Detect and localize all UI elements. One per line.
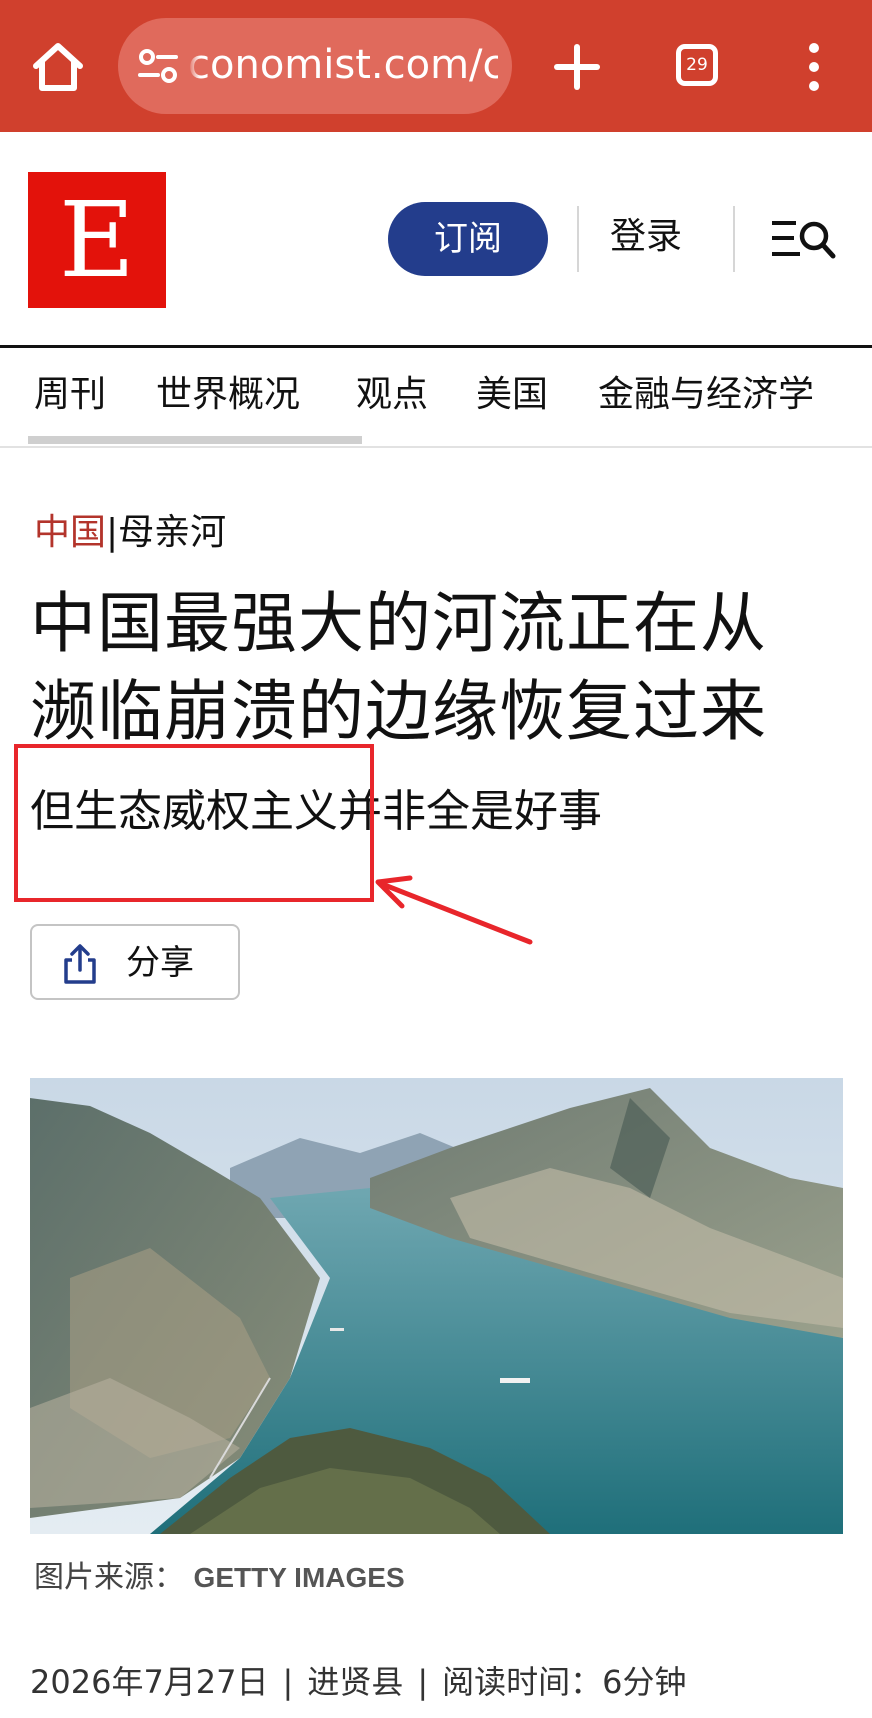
nav-rule — [0, 446, 872, 448]
article-headline: 中国最强大的河流正在从 濒临崩溃的边缘恢复过来 — [30, 580, 860, 756]
economist-logo[interactable]: E — [28, 172, 166, 308]
new-tab-icon[interactable] — [552, 42, 602, 92]
share-button[interactable]: 分享 — [30, 924, 240, 1000]
header-divider — [577, 206, 579, 272]
headline-line-1: 中国最强大的河流正在从 — [30, 585, 767, 662]
section-nav: 周刊 世界概况 观点 美国 金融与经济学 — [0, 348, 872, 444]
share-label: 分享 — [126, 943, 194, 983]
nav-item-us[interactable]: 美国 — [476, 370, 548, 420]
home-icon[interactable] — [28, 38, 88, 98]
login-link[interactable]: 登录 — [610, 212, 682, 262]
caption-label: 图片来源： — [34, 1560, 184, 1595]
url-text[interactable]: conomist.com/c — [188, 42, 498, 88]
read-time: 阅读时间：6分钟 — [442, 1663, 687, 1701]
nav-scroll-indicator — [28, 436, 362, 444]
kicker-section[interactable]: 中国 — [34, 512, 106, 553]
meta-separator: | — [417, 1663, 429, 1701]
article-meta: 2026年7月27日 | 进贤县 | 阅读时间：6分钟 — [30, 1658, 686, 1706]
article-hero-image — [30, 1078, 843, 1534]
share-icon — [64, 944, 96, 984]
nav-item-finance[interactable]: 金融与经济学 — [598, 370, 814, 420]
header-divider — [733, 206, 735, 272]
browser-toolbar: conomist.com/c 29 — [0, 0, 872, 132]
image-caption: 图片来源： GETTY IMAGES — [34, 1556, 405, 1600]
annotation-highlight-box — [14, 744, 374, 902]
nav-item-opinion[interactable]: 观点 — [356, 370, 428, 420]
image-credit: GETTY IMAGES — [193, 1562, 405, 1593]
meta-separator: | — [282, 1663, 294, 1701]
nav-item-world[interactable]: 世界概况 — [156, 370, 300, 420]
nav-item-weekly[interactable]: 周刊 — [34, 370, 106, 420]
kicker-topic: 母亲河 — [118, 512, 227, 553]
search-menu-icon[interactable] — [770, 218, 836, 260]
dateline-location: 进贤县 — [307, 1663, 404, 1701]
annotation-arrow-icon — [375, 875, 533, 945]
address-bar[interactable]: conomist.com/c — [118, 18, 512, 114]
headline-line-2: 濒临崩溃的边缘恢复过来 — [30, 673, 767, 750]
site-settings-icon[interactable] — [138, 48, 178, 84]
subscribe-button[interactable]: 订阅 — [388, 202, 548, 276]
tab-switcher-button[interactable]: 29 — [676, 44, 718, 86]
article-kicker: 中国|母亲河 — [34, 508, 226, 558]
publish-date: 2026年7月27日 — [30, 1663, 269, 1701]
kicker-separator: | — [106, 512, 119, 553]
more-menu-icon[interactable] — [806, 42, 822, 92]
